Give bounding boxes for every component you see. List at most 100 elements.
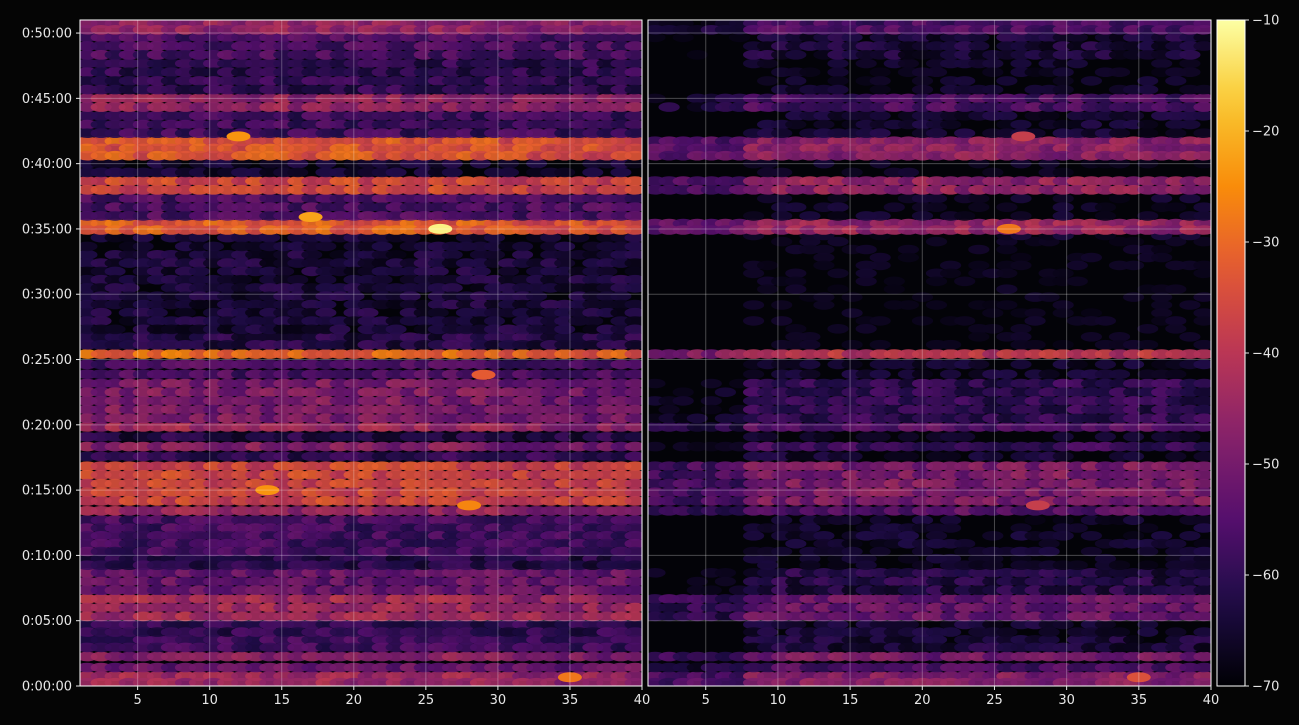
heatmap-cell — [996, 244, 1018, 255]
heatmap-cell — [596, 266, 618, 277]
heatmap-cell — [897, 432, 920, 442]
heatmap-cell — [714, 568, 737, 578]
heatmap-cell — [925, 128, 948, 138]
heatmap-cell — [1108, 627, 1131, 637]
heatmap-cell — [1052, 167, 1074, 178]
heatmap-cell — [714, 576, 737, 587]
heatmap-cell — [743, 268, 765, 279]
heatmap-cell — [582, 167, 604, 178]
heatmap-cell — [1052, 202, 1074, 212]
heatmap-cell — [757, 627, 779, 637]
heatmap-cell — [1108, 369, 1131, 380]
heatmap-cell — [1123, 515, 1145, 525]
heatmap-cell — [954, 128, 976, 138]
heatmap-cell — [1165, 324, 1187, 334]
heatmap-cell — [1165, 284, 1187, 295]
heatmap-cell — [940, 369, 962, 380]
heatmap-cell — [869, 369, 891, 380]
heatmap-cell — [132, 241, 154, 252]
heatmap-cell — [968, 202, 990, 212]
heatmap-cell — [1052, 211, 1074, 221]
heatmap-cell — [897, 167, 920, 178]
heatmap-cell — [925, 300, 948, 310]
heatmap-cell — [469, 266, 491, 277]
heatmap-cell — [554, 167, 576, 178]
heatmap-cell — [1137, 560, 1159, 570]
heatmap-cell — [855, 324, 877, 334]
heatmap-cell — [658, 404, 680, 415]
heatmap-cell — [996, 202, 1018, 212]
heatmap-cell — [1137, 627, 1159, 637]
heatmap-cell — [785, 284, 807, 295]
heatmap-cell — [897, 451, 920, 462]
heatmap-cell — [1123, 451, 1145, 462]
heatmap-cell — [1137, 324, 1159, 334]
heatmap-cell — [799, 369, 821, 380]
right-panel — [647, 19, 1212, 687]
heatmap-cell — [1038, 627, 1060, 637]
heatmap-cell — [1123, 260, 1145, 271]
heatmap-cell — [996, 627, 1018, 637]
heatmap-cell — [301, 250, 323, 260]
heatmap-cell — [315, 307, 337, 318]
heatmap-cell — [743, 300, 765, 310]
heatmap-cell — [841, 451, 863, 462]
heatmap-cell — [174, 307, 196, 318]
heatmap-cell — [672, 387, 694, 398]
heatmap-cell — [883, 284, 905, 295]
heatmap-cell — [1066, 276, 1088, 287]
heatmap-cell — [1179, 193, 1201, 204]
heatmap-cell — [968, 359, 990, 370]
heatmap-cell — [287, 167, 309, 178]
heatmap-cell — [1080, 119, 1102, 130]
heatmap-cell — [925, 193, 948, 204]
heatmap-cell — [771, 211, 793, 221]
heatmap-cell — [883, 202, 905, 212]
heatmap-cell — [484, 250, 505, 260]
heatmap-cell — [771, 236, 793, 247]
heatmap-cell — [855, 560, 877, 570]
heatmap-cell — [785, 202, 807, 212]
heatmap-cell — [1052, 308, 1074, 318]
heatmap-cell — [1094, 202, 1116, 212]
heatmap-cell — [399, 291, 421, 302]
heatmap-cell — [827, 268, 849, 279]
heatmap-cell — [1123, 359, 1145, 370]
heatmap-cell — [700, 396, 722, 406]
heatmap-cell — [869, 111, 891, 121]
heatmap-cell — [799, 560, 821, 570]
heatmap-cell — [1094, 432, 1116, 442]
heatmap-cell — [1108, 193, 1131, 204]
heatmap-cell — [1165, 369, 1187, 380]
heatmap-cell — [827, 560, 849, 570]
heatmap-cell — [1179, 332, 1201, 342]
heatmap-cell — [743, 531, 765, 541]
heatmap-cell — [996, 284, 1018, 295]
heatmap-cell — [203, 241, 224, 252]
heatmap-cell — [385, 250, 407, 260]
heatmap-cell — [371, 241, 393, 252]
heatmap-cell — [799, 359, 821, 370]
heatmap-cell — [897, 252, 920, 263]
heatmap-cell — [982, 324, 1004, 334]
heatmap-cell — [441, 167, 463, 178]
heatmap-cell — [1108, 560, 1131, 570]
heatmap-cell — [827, 202, 849, 212]
heatmap-cell — [118, 283, 140, 293]
heatmap-cell — [427, 307, 449, 318]
heatmap-cell — [940, 523, 962, 533]
heatmap-cell — [869, 339, 891, 350]
heatmap-cell — [329, 324, 351, 335]
heatmap-cell — [146, 307, 168, 318]
heatmap-cell — [1052, 193, 1074, 204]
heatmap-cell — [1165, 128, 1187, 138]
heatmap-cell — [743, 316, 765, 326]
heatmap-cell — [1165, 202, 1187, 212]
heatmap-cell — [940, 119, 962, 130]
heatmap-cell — [855, 276, 877, 287]
heatmap-cell — [940, 268, 962, 279]
heatmap-cell — [1179, 531, 1201, 541]
heatmap-cell — [813, 432, 835, 442]
heatmap-cell — [1137, 339, 1159, 350]
heatmap-cell — [1108, 128, 1131, 138]
